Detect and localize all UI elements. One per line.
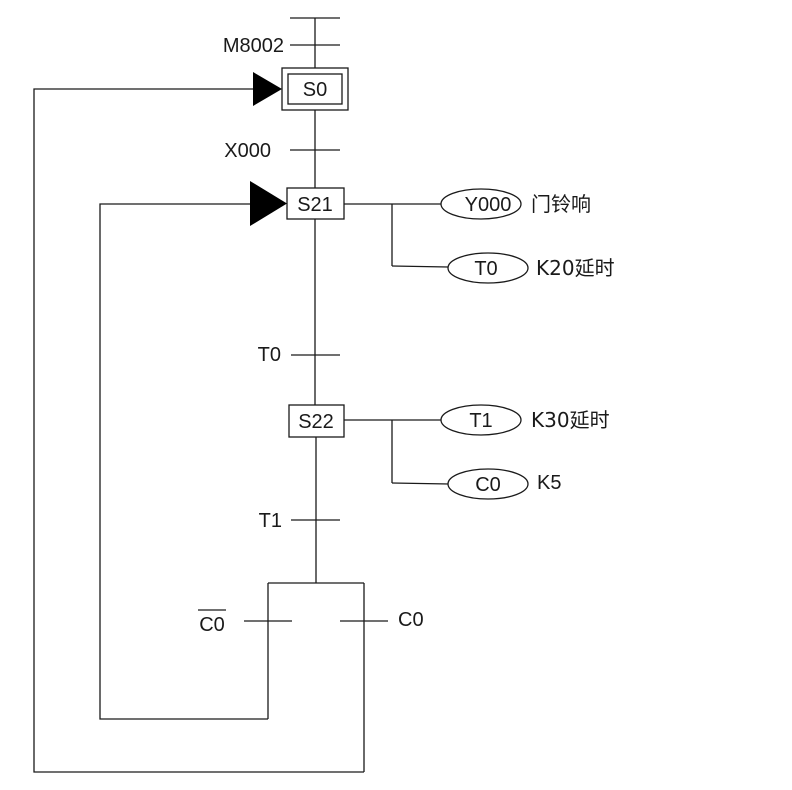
step-label-s21: S21 bbox=[297, 194, 333, 216]
arrow-into-s21-icon bbox=[250, 181, 287, 226]
step-s21[interactable]: S21 bbox=[286, 187, 345, 220]
transition-label-t1: T1 bbox=[259, 510, 282, 532]
transition-label-c0: C0 bbox=[398, 609, 424, 631]
coil-label-y000: Y000 bbox=[465, 194, 512, 216]
transition-label-c0-negated: C0 bbox=[199, 614, 225, 636]
s21-output-line-2 bbox=[391, 265, 449, 268]
coil-label-c0: C0 bbox=[475, 474, 501, 496]
transition-label-x000: X000 bbox=[224, 140, 271, 162]
coil-t1[interactable]: T1 bbox=[440, 404, 522, 436]
coil-note-t0: K20延时 bbox=[536, 256, 615, 280]
coil-y000[interactable]: Y000 bbox=[440, 188, 522, 220]
transition-label-t0: T0 bbox=[258, 344, 281, 366]
coil-t0[interactable]: T0 bbox=[447, 252, 529, 284]
s22-output-line-2 bbox=[391, 482, 450, 485]
loop-line-to-s21 bbox=[99, 203, 268, 720]
coil-note-t1: K30延时 bbox=[531, 408, 610, 432]
coil-note-c0: K5 bbox=[537, 472, 561, 494]
step-s22[interactable]: S22 bbox=[288, 404, 345, 438]
sfc-diagram: M8002 S0 X000 S21 Y000 门铃响 T0 K20延时 T0 S… bbox=[33, 17, 615, 773]
step-label-s0: S0 bbox=[303, 79, 327, 101]
coil-label-t1: T1 bbox=[469, 410, 492, 432]
step-label-s22: S22 bbox=[298, 411, 334, 433]
initial-step-s0[interactable]: S0 bbox=[281, 67, 349, 111]
coil-label-t0: T0 bbox=[474, 258, 497, 280]
arrow-into-s0-icon bbox=[253, 72, 282, 106]
transition-label-m8002: M8002 bbox=[223, 35, 284, 57]
coil-c0[interactable]: C0 bbox=[447, 468, 529, 500]
coil-note-y000: 门铃响 bbox=[531, 192, 591, 216]
